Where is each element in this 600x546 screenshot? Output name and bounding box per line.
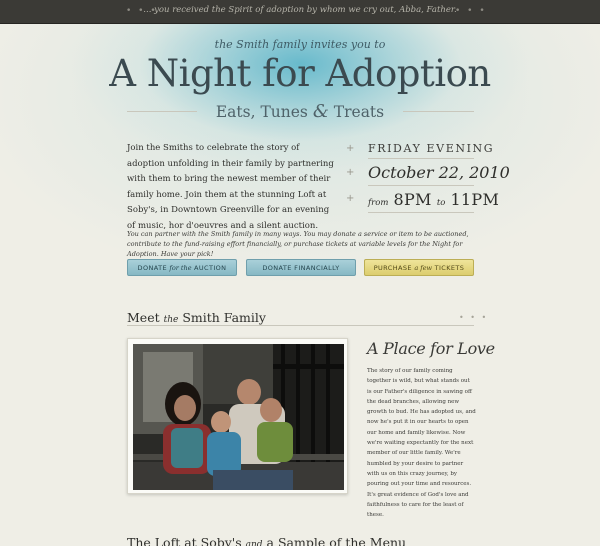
scripture-quote: ... you received the Spirit of adoption … bbox=[143, 5, 457, 15]
time-start: 8PM bbox=[393, 190, 432, 209]
button-label: PURCHASE bbox=[373, 264, 415, 272]
dots-decoration: • • • bbox=[459, 313, 489, 322]
divider bbox=[368, 212, 474, 213]
dots-decoration-right: • • • bbox=[455, 6, 487, 16]
time-from-label: from bbox=[368, 198, 389, 208]
divider bbox=[368, 185, 474, 186]
subtitle-part: Eats, Tunes bbox=[215, 103, 313, 121]
heading-part-italic: and bbox=[245, 540, 263, 546]
button-label: AUCTION bbox=[191, 264, 227, 272]
button-label: TICKETS bbox=[432, 264, 465, 272]
plus-decoration: + bbox=[346, 143, 355, 154]
donate-auction-button[interactable]: DONATE for the AUCTION bbox=[127, 259, 237, 276]
page-title: A Night for Adoption bbox=[109, 52, 491, 95]
time-to-label: to bbox=[436, 198, 446, 208]
plus-decoration: + bbox=[346, 193, 355, 204]
donate-financially-button[interactable]: DONATE FINANCIALLY bbox=[246, 259, 356, 276]
intro-paragraph: Join the Smiths to celebrate the story o… bbox=[127, 143, 334, 231]
button-label-small: a few bbox=[414, 264, 433, 272]
event-date: October 22, 2010 bbox=[368, 163, 510, 182]
purchase-tickets-button[interactable]: PURCHASE a few TICKETS bbox=[364, 259, 474, 276]
family-photo-frame bbox=[127, 338, 348, 494]
meet-heading: Meet the Smith Family bbox=[127, 307, 266, 326]
subtitle: Eats, Tunes & Treats bbox=[0, 101, 600, 122]
aside-paragraph: The story of our family coming together … bbox=[367, 368, 476, 519]
heading-part: Meet bbox=[127, 310, 164, 325]
heading-part: The Loft at Soby's bbox=[127, 535, 246, 546]
partner-text: You can partner with the Smith family in… bbox=[127, 230, 469, 258]
heading-part: a Sample of the Menu bbox=[262, 535, 407, 546]
button-label: DONATE bbox=[137, 264, 170, 272]
event-time: from 8PM to 11PM bbox=[368, 190, 499, 209]
plus-decoration: + bbox=[346, 167, 355, 178]
subtitle-part: Treats bbox=[328, 103, 385, 121]
button-label: DONATE FINANCIALLY bbox=[262, 264, 340, 272]
time-end: 11PM bbox=[450, 190, 500, 209]
top-banner: • • • ... you received the Spirit of ado… bbox=[0, 0, 600, 24]
event-day: FRIDAY EVENING bbox=[368, 142, 495, 155]
subtitle-ampersand: & bbox=[312, 101, 329, 122]
aside-heading: A Place for Love bbox=[367, 339, 495, 358]
button-label-small: for the bbox=[169, 264, 192, 272]
heading-part-italic: the bbox=[163, 315, 179, 325]
divider bbox=[368, 158, 474, 159]
section-divider bbox=[127, 325, 474, 326]
family-photo bbox=[133, 344, 344, 490]
loft-heading: The Loft at Soby's and a Sample of the M… bbox=[127, 532, 406, 546]
heading-part: Smith Family bbox=[178, 310, 266, 325]
invite-line: the Smith family invites you to bbox=[214, 38, 386, 51]
